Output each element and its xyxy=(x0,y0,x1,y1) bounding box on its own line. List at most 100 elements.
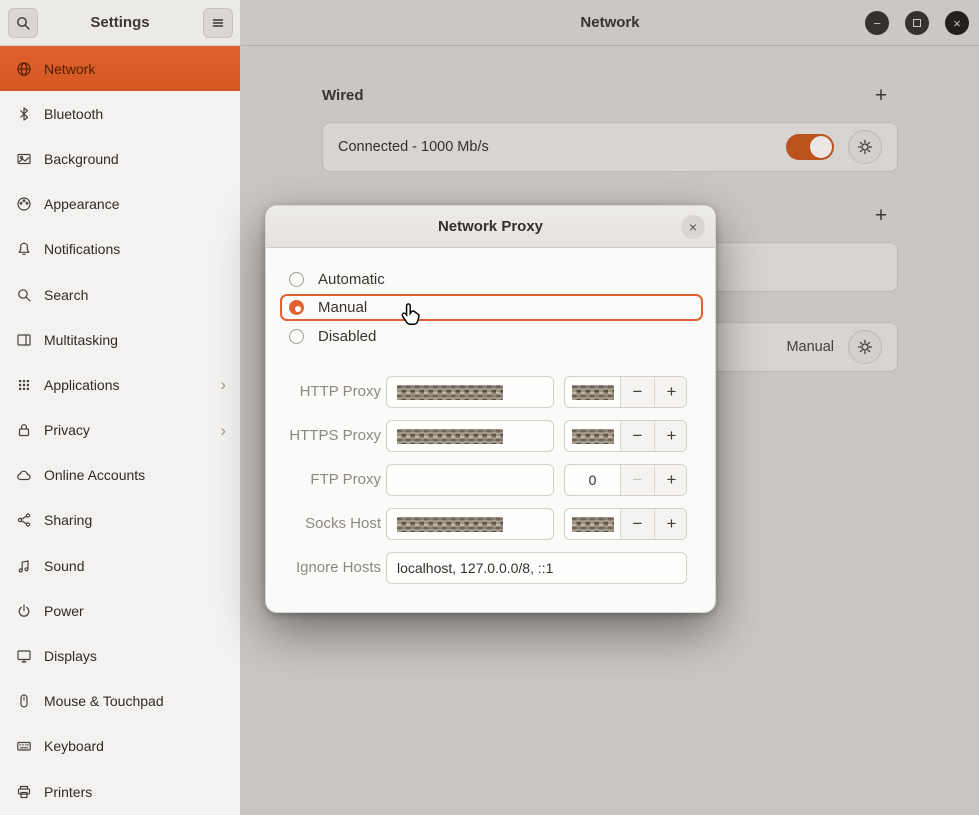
sidebar-item-label: Sharing xyxy=(44,512,92,528)
main-headerbar: Network − × xyxy=(241,0,979,46)
menu-button[interactable] xyxy=(203,8,233,38)
cloud-icon xyxy=(16,467,32,483)
music-note-icon xyxy=(16,558,32,574)
radio-icon xyxy=(289,329,304,344)
maximize-icon xyxy=(913,19,921,27)
ftp-port-spinner: 0 − + xyxy=(564,464,687,496)
sidebar-headerbar: Settings xyxy=(0,0,240,46)
ftp-port-decrement-button[interactable]: − xyxy=(620,465,654,495)
http-port-spinner: − + xyxy=(564,376,687,408)
appearance-icon xyxy=(16,196,32,212)
sidebar-item-label: Privacy xyxy=(44,422,90,438)
sidebar-item-sharing[interactable]: Sharing xyxy=(0,498,240,543)
sidebar-item-applications[interactable]: Applications › xyxy=(0,362,240,407)
proxy-settings-button[interactable] xyxy=(848,330,882,364)
close-icon: × xyxy=(953,16,961,31)
https-port-decrement-button[interactable]: − xyxy=(620,421,654,451)
http-proxy-input[interactable] xyxy=(386,376,554,408)
wired-settings-button[interactable] xyxy=(848,130,882,164)
sidebar-item-privacy[interactable]: Privacy › xyxy=(0,408,240,453)
chevron-right-icon: › xyxy=(220,422,226,439)
https-port-increment-button[interactable]: + xyxy=(654,421,687,451)
magnifier-icon xyxy=(16,287,32,303)
gear-icon xyxy=(857,139,873,155)
http-proxy-label: HTTP Proxy xyxy=(266,376,381,408)
add-wired-connection-button[interactable]: + xyxy=(867,82,895,110)
minimize-icon: − xyxy=(873,16,881,31)
sidebar: Settings Network Bluetooth Background xyxy=(0,0,241,815)
ftp-port-increment-button[interactable]: + xyxy=(654,465,687,495)
ftp-proxy-label: FTP Proxy xyxy=(266,464,381,496)
radio-checked-icon xyxy=(289,300,304,315)
sidebar-item-label: Power xyxy=(44,603,84,619)
wired-toggle[interactable] xyxy=(786,134,834,160)
ignore-hosts-label: Ignore Hosts xyxy=(266,552,381,584)
sidebar-item-label: Background xyxy=(44,151,119,167)
sidebar-item-online-accounts[interactable]: Online Accounts xyxy=(0,453,240,498)
close-button[interactable]: × xyxy=(945,11,969,35)
sidebar-item-mouse-touchpad[interactable]: Mouse & Touchpad xyxy=(0,679,240,724)
http-port-value[interactable] xyxy=(565,377,620,407)
dialog-close-button[interactable]: × xyxy=(681,215,705,239)
sidebar-item-label: Bluetooth xyxy=(44,106,103,122)
proxy-option-disabled[interactable]: Disabled xyxy=(280,323,703,350)
sidebar-item-power[interactable]: Power xyxy=(0,588,240,633)
sidebar-item-label: Notifications xyxy=(44,241,120,257)
socks-port-value[interactable] xyxy=(565,509,620,539)
sidebar-item-keyboard[interactable]: Keyboard xyxy=(0,724,240,769)
sidebar-item-bluetooth[interactable]: Bluetooth xyxy=(0,91,240,136)
settings-window: Settings Network Bluetooth Background xyxy=(0,0,979,815)
add-vpn-button[interactable]: + xyxy=(867,202,895,230)
sidebar-item-background[interactable]: Background xyxy=(0,136,240,181)
sidebar-item-label: Search xyxy=(44,287,88,303)
radio-label: Manual xyxy=(318,299,367,316)
sidebar-item-label: Printers xyxy=(44,784,92,800)
share-icon xyxy=(16,512,32,528)
ignore-hosts-input[interactable]: localhost, 127.0.0.0/8, ::1 xyxy=(386,552,687,584)
ftp-port-value[interactable]: 0 xyxy=(565,465,620,495)
bell-icon xyxy=(16,241,32,257)
https-proxy-input[interactable] xyxy=(386,420,554,452)
sidebar-item-label: Online Accounts xyxy=(44,467,145,483)
sidebar-item-notifications[interactable]: Notifications xyxy=(0,227,240,272)
sidebar-item-appearance[interactable]: Appearance xyxy=(0,182,240,227)
sidebar-item-sound[interactable]: Sound xyxy=(0,543,240,588)
sidebar-item-network[interactable]: Network xyxy=(0,46,240,91)
redacted-value xyxy=(397,517,503,532)
redacted-value xyxy=(572,385,614,400)
redacted-value xyxy=(397,385,503,400)
sidebar-item-label: Network xyxy=(44,61,95,77)
socks-port-decrement-button[interactable]: − xyxy=(620,509,654,539)
https-port-value[interactable] xyxy=(565,421,620,451)
http-port-increment-button[interactable]: + xyxy=(654,377,687,407)
monitor-icon xyxy=(16,648,32,664)
app-grid-icon xyxy=(16,377,32,393)
socks-host-input[interactable] xyxy=(386,508,554,540)
redacted-value xyxy=(572,517,614,532)
sidebar-item-displays[interactable]: Displays xyxy=(0,633,240,678)
redacted-value xyxy=(572,429,614,444)
proxy-option-manual[interactable]: Manual xyxy=(280,294,703,321)
minimize-button[interactable]: − xyxy=(865,11,889,35)
maximize-button[interactable] xyxy=(905,11,929,35)
dialog-headerbar[interactable]: Network Proxy × xyxy=(266,206,715,248)
mouse-icon xyxy=(16,693,32,709)
toggle-knob xyxy=(810,136,832,158)
hamburger-icon xyxy=(210,15,226,31)
sidebar-item-label: Mouse & Touchpad xyxy=(44,693,164,709)
sidebar-item-multitasking[interactable]: Multitasking xyxy=(0,317,240,362)
sidebar-item-label: Sound xyxy=(44,558,84,574)
network-proxy-dialog: Network Proxy × Automatic Manual Disable… xyxy=(265,205,716,613)
power-icon xyxy=(16,603,32,619)
printer-icon xyxy=(16,784,32,800)
https-proxy-label: HTTPS Proxy xyxy=(266,420,381,452)
socks-port-increment-button[interactable]: + xyxy=(654,509,687,539)
gear-icon xyxy=(857,339,873,355)
sidebar-item-search[interactable]: Search xyxy=(0,272,240,317)
wired-connection-card: Connected - 1000 Mb/s xyxy=(322,122,898,172)
http-port-decrement-button[interactable]: − xyxy=(620,377,654,407)
ftp-proxy-input[interactable] xyxy=(386,464,554,496)
wired-section-title: Wired xyxy=(322,87,364,104)
proxy-option-automatic[interactable]: Automatic xyxy=(280,266,703,293)
sidebar-item-printers[interactable]: Printers xyxy=(0,769,240,814)
